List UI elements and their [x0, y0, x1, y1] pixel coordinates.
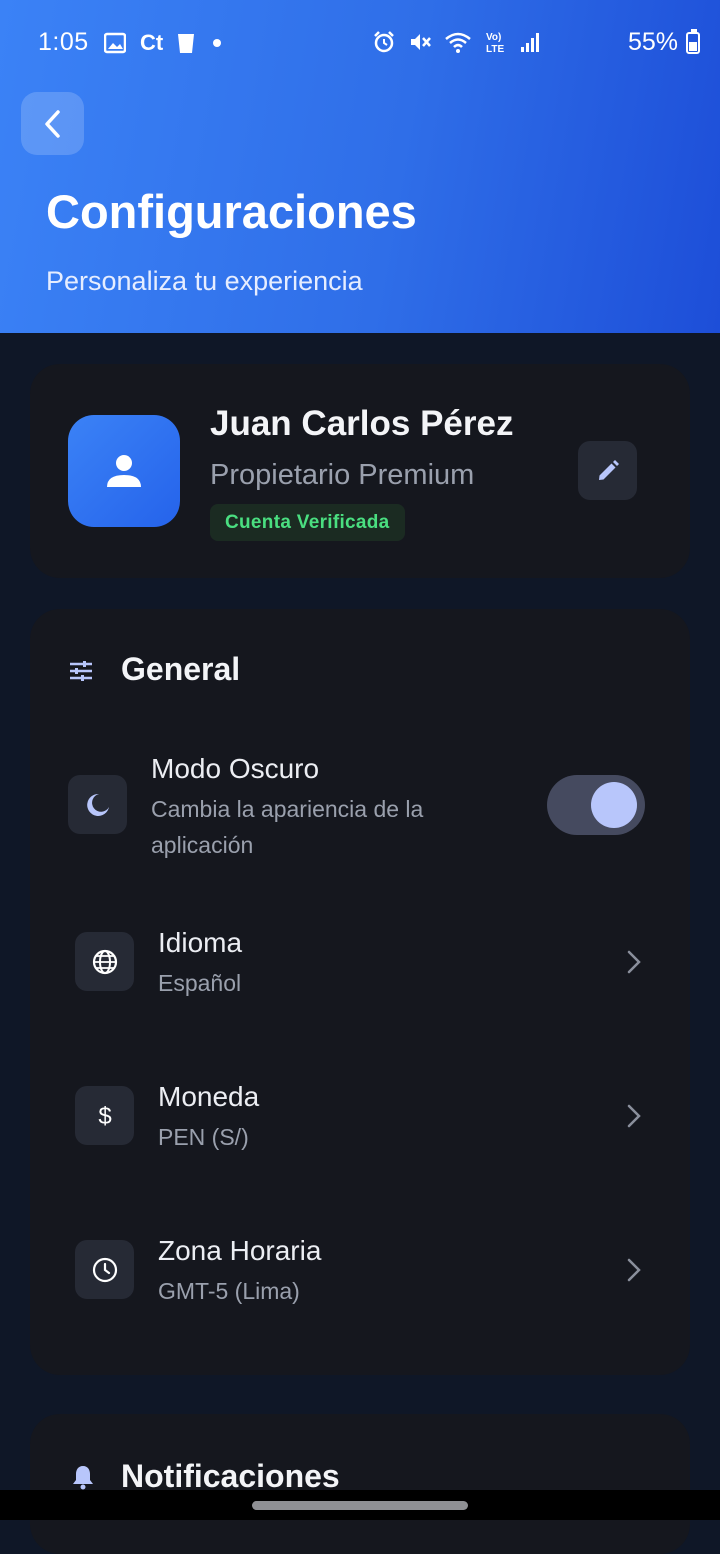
battery-icon — [686, 29, 700, 54]
profile-card: Juan Carlos Pérez Propietario Premium Cu… — [30, 364, 690, 578]
edit-profile-button[interactable] — [578, 441, 637, 500]
dollar-icon: $ — [98, 1103, 111, 1130]
general-section: General Modo Oscuro Cambia la apariencia… — [30, 609, 690, 1375]
cup-icon — [178, 34, 195, 53]
toggle-knob — [591, 782, 637, 828]
currency-value: PEN (S/) — [158, 1124, 249, 1150]
chevron-right-icon — [627, 1104, 641, 1128]
moon-icon — [86, 793, 109, 816]
setting-row-moneda[interactable]: $ Moneda PEN (S/) — [30, 1063, 690, 1173]
status-icons-left: Ct — [104, 30, 225, 56]
currency-icon-box: $ — [75, 1086, 134, 1145]
currency-title: Moneda — [158, 1081, 260, 1112]
svg-text:LTE: LTE — [486, 44, 504, 54]
page-subtitle: Personaliza tu experiencia — [46, 266, 363, 296]
wifi-icon — [445, 32, 471, 53]
chevron-left-icon — [44, 109, 60, 138]
volte-icon: Vo)LTE — [486, 32, 504, 54]
dark-mode-icon-box — [68, 775, 127, 834]
verified-badge: Cuenta Verificada — [210, 504, 405, 541]
general-title: General — [121, 651, 241, 687]
page-title: Configuraciones — [46, 185, 417, 238]
chevron-right-icon — [627, 1258, 641, 1282]
language-value: Español — [158, 970, 242, 996]
profile-name: Juan Carlos Pérez — [210, 404, 514, 443]
dark-mode-title: Modo Oscuro — [151, 753, 320, 784]
globe-icon — [92, 949, 117, 974]
language-icon-box — [75, 932, 134, 991]
general-header — [68, 651, 94, 691]
ct-icon: Ct — [140, 30, 164, 55]
battery-percent: 55% — [627, 28, 678, 56]
timezone-title: Zona Horaria — [158, 1235, 322, 1266]
home-handle[interactable] — [252, 1501, 468, 1510]
timezone-icon-box — [75, 1240, 134, 1299]
header: 1:05 Ct Vo) LTE 55% Configuraciones Perso… — [0, 0, 720, 333]
profile-role: Propietario Premium — [210, 459, 475, 491]
dot-icon — [213, 39, 222, 47]
svg-text:$: $ — [98, 1103, 111, 1130]
signal-icon — [521, 33, 539, 52]
alarm-icon — [374, 31, 394, 53]
dark-mode-toggle[interactable] — [547, 775, 645, 835]
mute-icon — [411, 34, 431, 50]
timezone-value: GMT-5 (Lima) — [158, 1278, 300, 1304]
dark-mode-row: Modo Oscuro Cambia la apariencia de la a… — [30, 749, 690, 869]
status-time: 1:05 — [38, 28, 89, 56]
bell-icon — [73, 1466, 93, 1490]
setting-row-idioma[interactable]: Idioma Español — [30, 909, 690, 1019]
sliders-icon — [70, 661, 92, 681]
dark-mode-subtitle: Cambia la apariencia de la — [151, 796, 424, 822]
back-button[interactable] — [21, 92, 84, 155]
pencil-icon — [598, 459, 619, 480]
person-icon — [107, 455, 141, 487]
dark-mode-subtitle-2: aplicación — [151, 832, 254, 858]
clock-icon — [92, 1257, 117, 1282]
svg-text:Vo): Vo) — [486, 32, 501, 43]
image-icon — [104, 32, 126, 54]
status-icons-right: Vo) LTE — [372, 30, 542, 54]
status-bar: 1:05 Ct Vo) LTE 55% — [0, 0, 720, 88]
setting-row-zona-horaria[interactable]: Zona Horaria GMT-5 (Lima) — [30, 1217, 690, 1327]
notifications-section: Notificaciones — [30, 1414, 690, 1554]
chevron-right-icon — [627, 950, 641, 974]
avatar — [68, 415, 180, 527]
language-title: Idioma — [158, 927, 243, 958]
